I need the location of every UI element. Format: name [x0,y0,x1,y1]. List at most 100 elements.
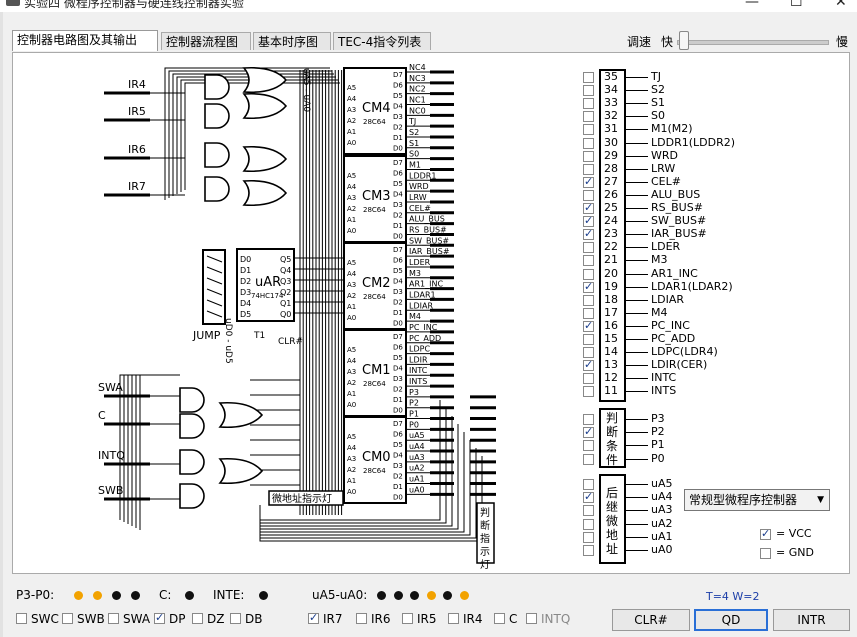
next-address-name: uA1 [651,529,673,543]
output-label: LDIR [409,355,428,364]
signal-checkbox-30[interactable] [583,137,594,149]
signal-checkbox-23[interactable] [583,227,594,241]
next-address-checkbox-ua1[interactable] [583,531,594,543]
uar-name: uAR [255,275,281,290]
chip-name: CM3 [362,189,391,204]
chip-data-pin: D4 [393,365,403,373]
gnd-checkbox[interactable] [760,548,771,559]
signal-checkbox-13[interactable] [583,358,594,372]
switch-ir7[interactable]: IR7 [308,611,343,626]
judge-checkbox-p3[interactable] [583,414,594,425]
signal-name: ALU_BUS [651,187,701,201]
switch-dz[interactable]: DZ [192,612,224,626]
ua-indicator-label: uA5-uA0: [312,588,368,602]
switch-checkbox[interactable] [192,613,203,624]
signal-number: 27 [604,174,618,188]
signal-checkbox-33[interactable] [583,98,594,110]
intr-button[interactable]: INTR [773,609,850,631]
switch-checkbox[interactable] [108,613,119,624]
signal-name: WRD [651,148,678,162]
switch-swc[interactable]: SWC [16,612,59,626]
switch-checkbox[interactable] [448,613,459,624]
chip-name: CM1 [362,363,391,378]
signal-checkbox-14[interactable] [583,347,594,359]
chip-data-pin: D2 [393,473,403,481]
switch-dp[interactable]: DP [154,611,185,626]
next-address-checkbox-ua2[interactable] [583,518,594,530]
chip-data-pin: D0 [393,233,403,241]
signal-name: RS_BUS# [651,201,703,214]
chip-addr-pin: A1 [347,303,356,311]
signal-checkbox-12[interactable] [583,373,594,385]
clr-button[interactable]: CLR# [612,609,690,631]
switch-ir4[interactable]: IR4 [448,612,483,626]
judge-lamp-char: 指 [480,532,490,545]
qd-button[interactable]: QD [694,609,768,631]
switch-checkbox[interactable] [154,611,165,624]
signal-checkbox-20[interactable] [583,268,594,280]
next-address-checkbox-ua0[interactable] [583,545,594,556]
signal-wire [626,325,648,327]
signal-checkbox-17[interactable] [583,307,594,319]
switch-checkbox[interactable] [16,613,27,624]
signal-checkbox-18[interactable] [583,294,594,306]
and-gate [204,176,230,202]
signal-number: 17 [604,305,618,319]
next-address-checkbox-ua5[interactable] [583,479,594,490]
judge-checkbox-p1[interactable] [583,440,594,452]
vcc-checkbox[interactable] [760,527,771,540]
signal-checkbox-15[interactable] [583,334,594,345]
signal-checkbox-34[interactable] [583,85,594,97]
c-indicator-lamp [185,591,194,600]
judge-checkbox-p0[interactable] [583,453,594,465]
p-indicator-lamp [93,591,102,600]
signal-checkbox-16[interactable] [583,319,594,332]
controller-type-select[interactable]: 常规型微程序控制器 ▼ [684,489,830,511]
judge-checkbox-p2[interactable] [583,425,594,439]
switch-checkbox[interactable] [402,613,413,624]
switch-checkbox[interactable] [308,611,319,624]
signal-checkbox-25[interactable] [583,201,594,214]
switch-checkbox[interactable] [494,613,505,624]
chip-addr-pin: A4 [347,95,357,103]
p-indicator-lamp [131,591,140,600]
signal-checkbox-32[interactable] [583,111,594,123]
switch-c[interactable]: C [494,612,517,626]
next-address-checkbox-ua4[interactable] [583,490,594,504]
switch-intq[interactable]: INTQ [526,612,570,626]
signal-checkbox-31[interactable] [583,124,594,136]
uar-clr-label: CLR# [278,337,303,347]
inte-indicator-label: INTE: [213,588,245,602]
signal-wire [626,194,648,196]
signal-checkbox-27[interactable] [583,175,594,188]
signal-checkbox-24[interactable] [583,214,594,228]
signal-checkbox-19[interactable] [583,280,594,293]
signal-checkbox-35[interactable] [583,72,594,83]
signal-checkbox-28[interactable] [583,163,594,175]
switch-ir6[interactable]: IR6 [356,612,391,626]
switch-checkbox[interactable] [230,613,241,624]
signal-checkbox-11[interactable] [583,386,594,398]
next-address-checkbox-ua3[interactable] [583,505,594,517]
signal-checkbox-21[interactable] [583,255,594,267]
signal-checkbox-22[interactable] [583,242,594,254]
signal-number: 33 [604,96,618,110]
ua-indicator-lamp [410,591,419,600]
signal-checkbox-29[interactable] [583,150,594,162]
switch-swa[interactable]: SWA [108,612,150,626]
switch-db[interactable]: DB [230,612,262,626]
or-gate [242,179,288,207]
switch-checkbox[interactable] [526,613,537,624]
switch-ir5[interactable]: IR5 [402,612,437,626]
signal-number: 35 [604,70,618,83]
judge-name: P0 [651,451,665,465]
output-label: LDIAR [409,301,433,310]
switch-checkbox[interactable] [356,613,367,624]
judge-wire [626,458,648,460]
signal-number: 14 [604,345,618,359]
chip-addr-pin: A0 [347,314,356,322]
output-label: uA2 [409,464,425,473]
switch-swb[interactable]: SWB [62,612,105,626]
signal-checkbox-26[interactable] [583,189,594,201]
switch-checkbox[interactable] [62,613,73,624]
